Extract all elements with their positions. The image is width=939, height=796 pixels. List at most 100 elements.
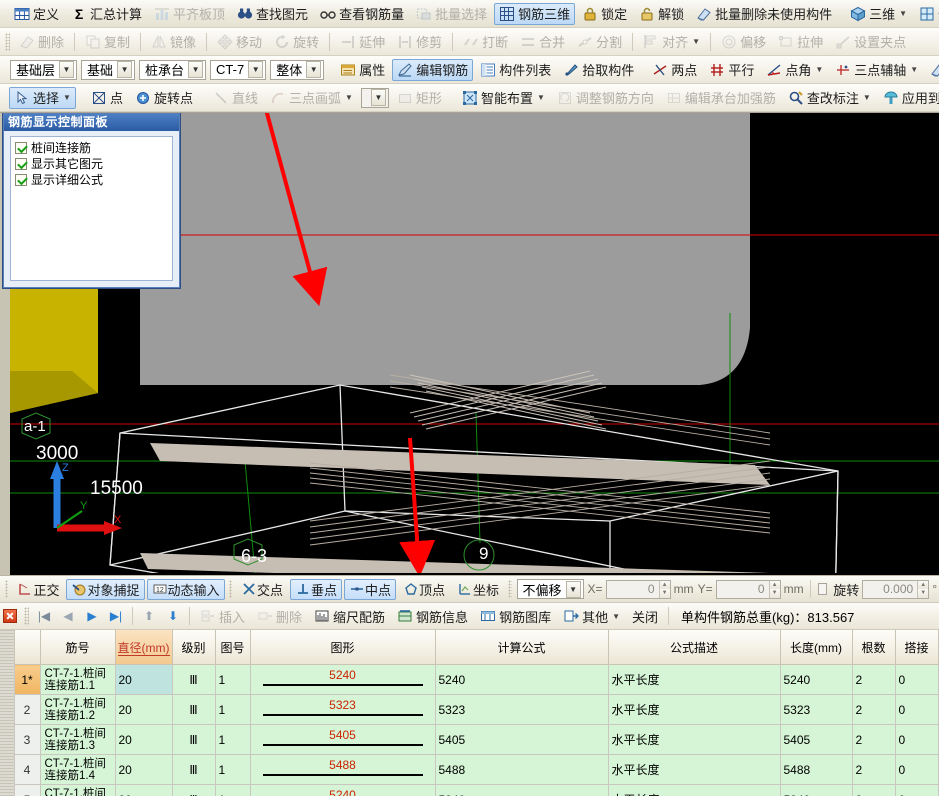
cell-count[interactable]: 2 xyxy=(851,694,896,725)
table-header-grade[interactable]: 级别 xyxy=(171,630,216,665)
cell-rownum[interactable]: 5 xyxy=(13,784,41,796)
table-header-description[interactable]: 公式描述 xyxy=(607,630,781,665)
tb1-汇总计算[interactable]: Σ 汇总计算 xyxy=(66,3,147,25)
snap-toggle-垂点[interactable]: 垂点 xyxy=(290,578,343,600)
tb1-批量删除未使用构件[interactable]: 批量删除未使用构件 xyxy=(691,3,837,25)
move-down-button[interactable]: ⬇ xyxy=(163,606,183,626)
cell-description[interactable]: 水平长度 xyxy=(607,754,781,785)
cell-shapeno[interactable]: 1 xyxy=(214,694,251,725)
table-row[interactable]: 3CT-7-1.桩间连接筋1.320Ⅲ154055405水平长度5405203 xyxy=(0,724,939,755)
tb3-两点[interactable]: 两点 xyxy=(647,59,702,81)
cell-shape[interactable]: 5240 xyxy=(249,664,436,695)
tb3-拾取构件[interactable]: 拾取构件 xyxy=(558,59,639,81)
cell-name[interactable]: CT-7-1.桩间连接筋1.4 xyxy=(39,754,116,785)
snap-toggle-动态输入[interactable]: 12 动态输入 xyxy=(146,578,225,600)
cell-diameter[interactable]: 20 xyxy=(114,664,173,695)
chevron-down-icon[interactable]: ▼ xyxy=(248,61,264,78)
checkbox-checked-icon[interactable] xyxy=(15,173,27,186)
cell-shape[interactable]: 5405 xyxy=(249,724,436,755)
snap-toggle-坐标[interactable]: 坐标 xyxy=(452,579,504,600)
cell-rownum[interactable]: 1* xyxy=(13,664,41,695)
cell-formula[interactable]: 5240 xyxy=(434,664,609,695)
tb1-查找图元[interactable]: 查找图元 xyxy=(232,3,313,25)
3d-viewport[interactable]: Z Y X a-1 3000 15500 6-3 9 钢筋显示控制面板 桩间连接筋 显示其… xyxy=(0,112,939,575)
chevron-down-icon[interactable]: ▼ xyxy=(188,61,204,78)
first-record-button[interactable]: |◀ xyxy=(34,606,54,626)
cell-count[interactable]: 2 xyxy=(851,754,896,785)
cell-shapeno[interactable]: 1 xyxy=(214,664,251,695)
cell-description[interactable]: 水平长度 xyxy=(607,724,781,755)
next-record-button[interactable]: ▶ xyxy=(82,606,102,626)
tb4-智能布置[interactable]: 智能布置 ▼ xyxy=(457,87,550,109)
component-combo[interactable]: CT-7 ▼ xyxy=(210,59,267,80)
y-offset-input-stepper[interactable]: ▲ ▼ xyxy=(768,580,780,598)
control-panel-item-0[interactable]: 桩间连接筋 xyxy=(15,140,168,155)
cell-name[interactable]: CT-7-1.桩间连接筋1.1 xyxy=(39,664,116,695)
rotate-input[interactable]: 0.000 ▲ ▼ xyxy=(862,579,930,599)
cell-diameter[interactable]: 20 xyxy=(114,694,173,725)
cell-grade[interactable]: Ⅲ xyxy=(171,754,216,785)
table-header-lap[interactable]: 搭接 xyxy=(894,630,939,665)
cell-formula[interactable]: 5240 xyxy=(434,784,609,796)
chevron-down-icon[interactable]: ▼ xyxy=(612,612,620,621)
snap-toggle-对象捕捉[interactable]: 对象捕捉 xyxy=(66,578,145,600)
cell-rownum[interactable]: 3 xyxy=(13,724,41,755)
x-offset-input[interactable]: 0 ▲ ▼ xyxy=(605,579,671,599)
y-offset-input[interactable]: 0 ▲ ▼ xyxy=(715,579,781,599)
last-record-button[interactable]: ▶| xyxy=(106,606,126,626)
rebar-其他[interactable]: 其他 ▼ xyxy=(558,605,625,627)
chevron-down-icon[interactable]: ▼ xyxy=(306,61,322,78)
tb1-俯视[interactable]: 俯视▼ xyxy=(914,3,939,25)
tb1-定义[interactable]: 定义 xyxy=(9,3,64,25)
chevron-down-icon[interactable]: ▼ xyxy=(692,37,700,46)
toolbar-grip[interactable] xyxy=(508,580,512,598)
whole-combo[interactable]: 整体 ▼ xyxy=(270,59,325,80)
arc-option-combo[interactable]: ▼ xyxy=(360,87,389,108)
category-combo[interactable]: 基础 ▼ xyxy=(81,59,136,80)
cell-description[interactable]: 水平长度 xyxy=(607,784,781,796)
rebar-钢筋图库[interactable]: 钢筋图库 xyxy=(475,605,556,627)
cell-name[interactable]: CT-7-1.桩间连接筋1.2 xyxy=(39,694,116,725)
table-row[interactable]: 2CT-7-1.桩间连接筋1.220Ⅲ153235323水平长度5323203 xyxy=(0,694,939,725)
cell-shape[interactable]: 5488 xyxy=(249,754,436,785)
x-offset-input-stepper[interactable]: ▲ ▼ xyxy=(658,580,670,598)
tb1-钢筋三维[interactable]: 钢筋三维 xyxy=(494,2,576,25)
cell-shapeno[interactable]: 1 xyxy=(214,784,251,796)
level-combo[interactable]: 基础层 ▼ xyxy=(10,59,78,80)
rebar-table-container[interactable]: 筋号直径(mm)级别图号图形计算公式公式描述长度(mm)根数搭接损耗 1*CT-… xyxy=(0,630,939,796)
cell-shapeno[interactable]: 1 xyxy=(214,724,251,755)
cell-formula[interactable]: 5323 xyxy=(434,694,609,725)
cell-formula[interactable]: 5488 xyxy=(434,754,609,785)
cell-grade[interactable]: Ⅲ xyxy=(171,724,216,755)
cell-diameter[interactable]: 20 xyxy=(114,784,173,796)
chevron-down-icon[interactable]: ▼ xyxy=(565,580,581,598)
rebar-缩尺配筋[interactable]: 缩尺配筋 xyxy=(309,605,390,627)
cell-count[interactable]: 2 xyxy=(851,724,896,755)
cell-grade[interactable]: Ⅲ xyxy=(171,664,216,695)
cell-length[interactable]: 5405 xyxy=(779,724,853,755)
tb4-查改标注[interactable]: 查改标注 ▼ xyxy=(783,87,876,109)
cell-lap[interactable]: 0 xyxy=(894,664,939,695)
cell-name[interactable]: CT-7-1.桩间连接筋2.1 xyxy=(39,784,116,796)
table-header-count[interactable]: 根数 xyxy=(851,630,896,665)
tb4-点[interactable]: 点 xyxy=(86,87,128,109)
move-up-button[interactable]: ⬆ xyxy=(139,606,159,626)
table-header-shapeno[interactable]: 图号 xyxy=(214,630,251,665)
rotate-input-stepper[interactable]: ▲ ▼ xyxy=(917,580,929,598)
tb1-锁定[interactable]: 锁定 xyxy=(577,3,632,25)
tb4-选择[interactable]: 选择 ▼ xyxy=(9,86,76,109)
cell-length[interactable]: 5240 xyxy=(779,664,853,695)
close-icon[interactable] xyxy=(3,609,17,623)
cell-rownum[interactable]: 4 xyxy=(13,754,41,785)
cell-description[interactable]: 水平长度 xyxy=(607,694,781,725)
tb3-三点辅轴[interactable]: 三点辅轴 ▼ xyxy=(830,59,923,81)
table-header-shape[interactable]: 图形 xyxy=(249,630,436,665)
chevron-down-icon[interactable]: ▼ xyxy=(345,93,353,102)
cell-lap[interactable]: 0 xyxy=(894,724,939,755)
chevron-down-icon[interactable]: ▼ xyxy=(815,65,823,74)
toolbar-grip[interactable] xyxy=(5,580,9,598)
table-header-name[interactable]: 筋号 xyxy=(39,630,116,665)
tb3-平行[interactable]: 平行 xyxy=(704,59,759,81)
table-header-formula[interactable]: 计算公式 xyxy=(434,630,609,665)
cell-count[interactable]: 2 xyxy=(851,664,896,695)
